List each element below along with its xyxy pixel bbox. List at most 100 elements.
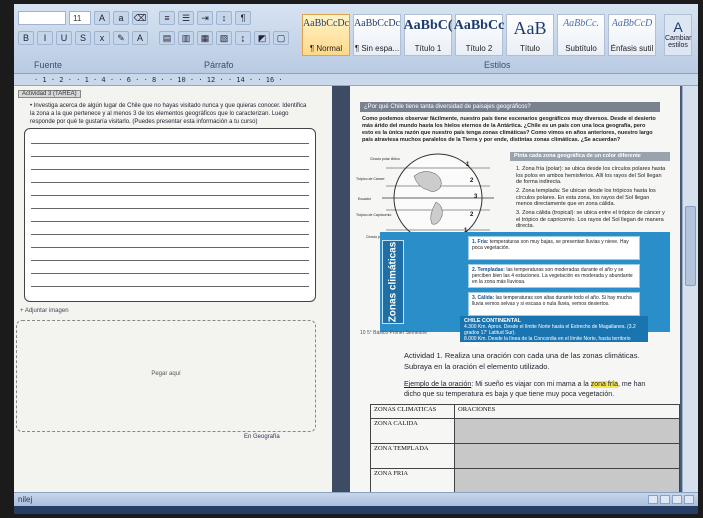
borders-icon[interactable]: ▢ bbox=[273, 31, 289, 45]
question-banner: ¿Por qué Chile tiene tanta diversidad de… bbox=[360, 102, 660, 112]
example-text: : Mi sueño es viajar con mi mama a la bbox=[471, 381, 591, 388]
chile-card-line: 4.300 Km. Aprox. Desde el límite Norte h… bbox=[464, 324, 636, 336]
sentence-cell[interactable] bbox=[454, 443, 680, 469]
climate-card: 1. Fría: temperaturas son muy bajas, se … bbox=[468, 236, 640, 260]
document-workspace: Actividad 3 (TAREA) • Investiga acerca d… bbox=[14, 86, 698, 494]
style-name: ¶ Sin espa... bbox=[354, 44, 400, 53]
scrollbar-thumb[interactable] bbox=[685, 206, 696, 286]
numbering-icon[interactable]: ☰ bbox=[178, 11, 194, 25]
change-styles-label: Cambiar estilos bbox=[665, 35, 692, 49]
align-right-icon[interactable]: ▦ bbox=[197, 31, 213, 45]
table-row[interactable]: ZONA FRIA bbox=[370, 468, 680, 494]
web-layout-icon[interactable] bbox=[672, 495, 682, 504]
style-tile[interactable]: AaBbCc Título 2 bbox=[453, 14, 505, 56]
answer-line bbox=[31, 195, 309, 196]
answer-line bbox=[31, 182, 309, 183]
document-page-left[interactable]: Actividad 3 (TAREA) • Investiga acerca d… bbox=[14, 86, 332, 492]
grow-font-icon[interactable]: A bbox=[94, 11, 110, 25]
bold-icon[interactable]: B bbox=[18, 31, 34, 45]
attach-image-label: + Adjuntar imagen bbox=[20, 308, 69, 314]
style-sample: AaBbCcDc bbox=[353, 18, 401, 29]
style-sample: AaBbCcDc bbox=[302, 18, 350, 29]
strike-icon[interactable]: S bbox=[75, 31, 91, 45]
vertical-scrollbar[interactable] bbox=[682, 86, 698, 492]
table-row[interactable]: ZONA CALIDA bbox=[370, 418, 680, 444]
zones-title: Pinta cada zona geográfica de un color d… bbox=[510, 152, 670, 161]
zone-text: 1. Zona fría (polar): se ubica desde los… bbox=[516, 166, 666, 185]
font-size-combo[interactable]: 11 bbox=[69, 11, 91, 25]
justify-icon[interactable]: ▧ bbox=[216, 31, 232, 45]
shrink-font-icon[interactable]: a bbox=[113, 11, 129, 25]
show-marks-icon[interactable]: ¶ bbox=[235, 11, 251, 25]
style-tile[interactable]: AaBbCcD Énfasis sutil bbox=[608, 14, 656, 56]
style-name: Título 1 bbox=[414, 44, 442, 53]
globe-label-2: Ecuador bbox=[358, 197, 372, 201]
climate-card: 3. Cálida: las temperaturas son altas du… bbox=[468, 292, 640, 316]
status-text: nilej bbox=[18, 495, 33, 504]
print-layout-icon[interactable] bbox=[648, 495, 658, 504]
italic-icon[interactable]: I bbox=[37, 31, 53, 45]
ribbon: 11 A a ⌫ ≡ ☰ ⇥ ↕ ¶ B I U S x ✎ A ▤ ▥ ▦ ▧… bbox=[14, 4, 698, 74]
example-label: Ejemplo de la oración bbox=[404, 381, 472, 388]
zone-text: 3. Zona cálida (tropical): se ubica entr… bbox=[516, 210, 665, 229]
subscript-icon[interactable]: x bbox=[94, 31, 110, 45]
climate-desc: las temperaturas son altas durante todo … bbox=[472, 295, 632, 307]
style-name: Énfasis sutil bbox=[610, 44, 654, 53]
globe-label-0: Círculo polar Ártico bbox=[370, 157, 400, 161]
table-header: ZONAS CLIMATICAS bbox=[370, 404, 455, 419]
style-tile[interactable]: AaBbCcDc ¶ Normal bbox=[302, 14, 350, 56]
sentence-cell[interactable] bbox=[454, 418, 680, 444]
style-tile[interactable]: AaBbCc. Subtítulo bbox=[557, 14, 605, 56]
sentence-cell[interactable] bbox=[454, 468, 680, 494]
style-tile[interactable]: AaBbC( Título 1 bbox=[403, 14, 453, 56]
shading-icon[interactable]: ◩ bbox=[254, 31, 270, 45]
style-tile[interactable]: AaBbCcDc ¶ Sin espa... bbox=[353, 14, 401, 56]
word-window: 11 A a ⌫ ≡ ☰ ⇥ ↕ ¶ B I U S x ✎ A ▤ ▥ ▦ ▧… bbox=[14, 4, 698, 514]
style-tile[interactable]: AaB Título bbox=[506, 14, 554, 56]
style-name: ¶ Normal bbox=[309, 44, 343, 53]
answer-line bbox=[31, 169, 309, 170]
table-header: ORACIONES bbox=[454, 404, 680, 419]
globe-label-3: Trópico de Capricornio bbox=[356, 213, 391, 217]
bullets-icon[interactable]: ≡ bbox=[159, 11, 175, 25]
zone-cell[interactable]: ZONA FRIA bbox=[370, 468, 455, 494]
answer-line bbox=[31, 143, 309, 144]
indent-icon[interactable]: ⇥ bbox=[197, 11, 213, 25]
line-spacing-icon[interactable]: ↨ bbox=[235, 31, 251, 45]
zones-table[interactable]: ZONAS CLIMATICAS ORACIONES ZONA CALIDA Z… bbox=[370, 404, 680, 494]
style-sample: AaBbC( bbox=[403, 18, 453, 33]
answer-box[interactable] bbox=[24, 128, 316, 302]
activity-tag: Actividad 3 (TAREA) bbox=[18, 90, 81, 98]
zone-cell[interactable]: ZONA CALIDA bbox=[370, 418, 455, 444]
font-color-icon[interactable]: A bbox=[132, 31, 148, 45]
paste-image-box[interactable]: Pegar aquí bbox=[16, 320, 316, 432]
document-page-right[interactable]: ¿Por qué Chile tiene tanta diversidad de… bbox=[350, 86, 680, 494]
horizontal-ruler[interactable]: · 1 · 2 · · 1 · 4 · · 6 · · 8 · · 10 · ·… bbox=[14, 74, 698, 86]
answer-line bbox=[31, 286, 309, 287]
table-row[interactable]: ZONA TEMPLADA bbox=[370, 443, 680, 469]
font-toolbar-row: 11 A a ⌫ ≡ ☰ ⇥ ↕ ¶ bbox=[18, 10, 251, 26]
outline-icon[interactable] bbox=[684, 495, 694, 504]
align-left-icon[interactable]: ▤ bbox=[159, 31, 175, 45]
taskbar bbox=[14, 506, 698, 514]
change-styles-button[interactable]: A Cambiar estilos bbox=[664, 14, 692, 56]
full-screen-icon[interactable] bbox=[660, 495, 670, 504]
climate-card: 2. Templadas: las temperaturas son moder… bbox=[468, 264, 640, 288]
answer-line bbox=[31, 247, 309, 248]
answer-line bbox=[31, 208, 309, 209]
zone-cell[interactable]: ZONA TEMPLADA bbox=[370, 443, 455, 469]
climate-zones-title-text: Zonas climáticas bbox=[387, 241, 399, 323]
globe-diagram: Círculo polar Ártico Trópico de Cáncer E… bbox=[356, 148, 506, 244]
format-toolbar-row: B I U S x ✎ A ▤ ▥ ▦ ▧ ↨ ◩ ▢ bbox=[18, 30, 289, 46]
underline-icon[interactable]: U bbox=[56, 31, 72, 45]
activity-instruction: Actividad 1. Realiza una oración con cad… bbox=[404, 351, 640, 371]
style-sample: AaBbCc bbox=[453, 18, 505, 33]
chile-continental-card: CHILE CONTINENTAL 4.300 Km. Aprox. Desde… bbox=[460, 316, 648, 348]
highlight-icon[interactable]: ✎ bbox=[113, 31, 129, 45]
align-center-icon[interactable]: ▥ bbox=[178, 31, 194, 45]
clear-format-icon[interactable]: ⌫ bbox=[132, 11, 148, 25]
answer-line bbox=[31, 273, 309, 274]
font-name-combo[interactable] bbox=[18, 11, 66, 25]
sort-icon[interactable]: ↕ bbox=[216, 11, 232, 25]
answer-line bbox=[31, 260, 309, 261]
